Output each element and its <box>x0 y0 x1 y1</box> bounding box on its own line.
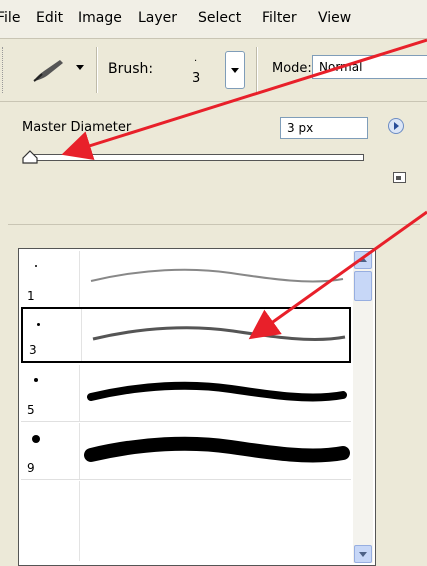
brush-size-label: 3 <box>29 343 37 357</box>
mode-label: Mode: <box>272 61 312 76</box>
brush-size-label: 9 <box>27 461 35 475</box>
toolbar-grip[interactable] <box>2 47 6 93</box>
brush-label: Brush: <box>108 61 154 77</box>
right-arrow-icon[interactable] <box>388 118 404 134</box>
master-diameter-input[interactable]: 3 px <box>280 117 368 139</box>
brush-tip-dot <box>35 265 37 267</box>
tool-preset-dropdown-icon[interactable] <box>76 65 84 70</box>
slider-thumb[interactable] <box>22 150 38 164</box>
brush-tip-preview: 9 <box>21 423 80 479</box>
master-diameter-label: Master Diameter <box>22 120 132 135</box>
menu-file[interactable]: File <box>0 10 20 26</box>
panel-divider <box>8 224 420 225</box>
stroke-preview <box>84 436 350 463</box>
stroke-preview <box>90 268 344 283</box>
brush-size-label: 5 <box>27 403 35 417</box>
list-scrollbar[interactable] <box>353 251 373 563</box>
menu-image[interactable]: Image <box>78 10 122 26</box>
stroke-preview <box>87 381 347 402</box>
scroll-up-icon[interactable] <box>354 251 372 269</box>
toolbar-separator <box>256 47 258 93</box>
stroke-preview <box>92 326 346 341</box>
brush-tip-dot <box>32 435 40 443</box>
menu-select[interactable]: Select <box>198 10 241 26</box>
brush-picker-panel: Master Diameter 3 px 1 3 5 9 <box>0 102 427 566</box>
menu-filter[interactable]: Filter <box>262 10 297 26</box>
list-item[interactable]: 5 <box>21 365 351 422</box>
scroll-down-icon[interactable] <box>354 545 372 563</box>
options-bar: Brush: . 3 Mode: Normal <box>0 39 427 102</box>
toolbar-separator <box>96 47 98 93</box>
brush-size-label: 1 <box>27 289 35 303</box>
brush-size-label: 3 <box>192 71 201 86</box>
menu-view[interactable]: View <box>318 10 351 26</box>
list-item[interactable] <box>21 481 351 561</box>
brush-picker-button[interactable] <box>225 51 245 89</box>
list-item[interactable]: 1 <box>21 251 351 308</box>
scroll-thumb[interactable] <box>354 271 372 301</box>
brush-tip-preview: 1 <box>21 251 80 307</box>
mode-select[interactable]: Normal <box>312 55 427 79</box>
brush-tip-preview <box>21 481 80 561</box>
list-item-selected[interactable]: 3 <box>21 307 351 363</box>
new-preset-icon[interactable] <box>393 172 406 183</box>
brush-tip-dot <box>37 323 40 326</box>
paintbrush-icon[interactable] <box>30 57 66 83</box>
brush-tip-preview: 5 <box>21 365 80 421</box>
brush-preview[interactable]: . 3 <box>178 49 218 93</box>
brush-preview-dot: . <box>194 53 198 64</box>
brush-tip-preview: 3 <box>23 309 82 361</box>
master-diameter-slider[interactable] <box>30 154 364 161</box>
menu-bar: File Edit Image Layer Select Filter View <box>0 0 427 39</box>
menu-edit[interactable]: Edit <box>36 10 63 26</box>
brush-tip-dot <box>34 378 38 382</box>
chevron-down-icon <box>231 68 239 73</box>
list-item[interactable]: 9 <box>21 423 351 480</box>
brush-preset-list: 1 3 5 9 <box>18 248 376 566</box>
menu-layer[interactable]: Layer <box>138 10 177 26</box>
